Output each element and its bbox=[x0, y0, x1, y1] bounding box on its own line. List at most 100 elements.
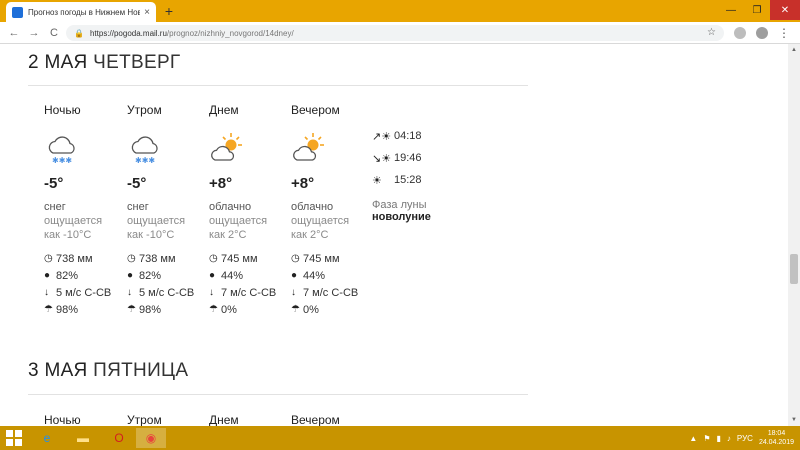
windows-start-icon[interactable] bbox=[6, 430, 22, 446]
pressure-icon: ◷ bbox=[291, 253, 300, 264]
precip-row: ☂ 0% bbox=[209, 301, 291, 318]
precip-value: 98% bbox=[56, 303, 79, 316]
url-host: https://pogoda.mail.ru bbox=[89, 28, 167, 38]
browser-tab[interactable]: Прогноз погоды в Нижнем Нов × bbox=[6, 2, 156, 22]
weather-favicon-icon bbox=[12, 6, 23, 18]
svg-text:✱✱✱: ✱✱✱ bbox=[135, 156, 155, 165]
close-window-button[interactable]: ✕ bbox=[770, 0, 800, 20]
pressure-value: 745 мм bbox=[221, 252, 258, 265]
pressure-value: 738 мм bbox=[56, 252, 93, 265]
url-input[interactable]: 🔒 https://pogoda.mail.ru/prognoz/nizhniy… bbox=[66, 25, 724, 41]
volume-icon[interactable]: ♪ bbox=[727, 434, 731, 443]
pressure-icon: ◷ bbox=[127, 253, 136, 264]
period-label: Днем bbox=[209, 103, 239, 117]
day-weekday: ЧЕТВЕРГ bbox=[93, 52, 181, 73]
extension-icon[interactable] bbox=[734, 27, 746, 39]
window-controls: — ❐ ✕ bbox=[718, 0, 800, 22]
day-date: 3 МАЯ bbox=[28, 360, 88, 381]
sunrise-time: 04:18 bbox=[394, 130, 422, 142]
file-explorer-icon[interactable]: ▬ bbox=[68, 428, 98, 448]
url-path: /prognoz/nizhniy_novgorod/14dney/ bbox=[166, 28, 294, 38]
day-date: 2 МАЯ bbox=[28, 52, 88, 73]
new-tab-button[interactable]: + bbox=[161, 3, 177, 19]
pressure-icon: ◷ bbox=[44, 253, 53, 264]
forecast-morning: Утром bbox=[127, 413, 209, 426]
day-heading: 3 МАЯ ПЯТНИЦА bbox=[28, 360, 188, 382]
umbrella-icon: ☂ bbox=[291, 304, 300, 315]
profile-avatar-icon[interactable] bbox=[756, 27, 768, 39]
feels-like-value: как 2°C bbox=[291, 229, 329, 241]
sun-moon-panel: ↗☀ 04:18 ↘☀ 19:46 ☀ 15:28 Фаза луны новолун… bbox=[372, 125, 482, 223]
cloud-snow-icon: ✱✱✱ bbox=[131, 136, 158, 165]
period-label: Днем bbox=[209, 413, 239, 426]
feels-like-value: как -10°C bbox=[44, 229, 92, 241]
wind-arrow-icon: ↓ bbox=[209, 287, 214, 298]
svg-text:✱✱✱: ✱✱✱ bbox=[52, 156, 72, 165]
sunset-time: 19:46 bbox=[394, 152, 422, 164]
pressure-row: ◷ 738 мм bbox=[44, 250, 126, 267]
forecast-evening: Вечером +8° облачно ощущается как 2°C ◷ 7… bbox=[291, 103, 373, 318]
flag-icon[interactable]: ⚑ bbox=[703, 434, 710, 443]
humidity-value: 44% bbox=[221, 269, 244, 282]
wind-value: 5 м/с С-СВ bbox=[139, 286, 195, 299]
wind-value: 5 м/с С-СВ bbox=[56, 286, 112, 299]
reload-button[interactable]: C bbox=[46, 25, 62, 41]
clock-date: 24.04.2019 bbox=[758, 439, 794, 446]
temperature: +8° bbox=[209, 175, 233, 192]
drop-icon: ● bbox=[127, 270, 134, 281]
back-button[interactable]: ← bbox=[6, 25, 22, 41]
internet-explorer-icon[interactable]: e bbox=[32, 428, 62, 448]
metrics: ◷ 745 мм ● 44% ↓ 7 м/с С-СВ ☂ 0% bbox=[209, 250, 291, 318]
forward-button[interactable]: → bbox=[26, 25, 42, 41]
humidity-row: ● 82% bbox=[127, 267, 209, 284]
address-bar: ← → C 🔒 https://pogoda.mail.ru/prognoz/n… bbox=[0, 22, 800, 44]
feels-like-label: ощущается bbox=[209, 215, 268, 227]
scroll-up-icon[interactable]: ▲ bbox=[788, 44, 800, 56]
temperature: -5° bbox=[44, 175, 64, 192]
wind-row: ↓ 7 м/с С-СВ bbox=[209, 284, 291, 301]
sunset-icon: ↘☀ bbox=[372, 152, 392, 165]
scroll-thumb[interactable] bbox=[790, 254, 798, 284]
period-label: Ночью bbox=[44, 413, 81, 426]
tray-arrow-icon[interactable]: ▲ bbox=[689, 434, 697, 443]
period-label: Вечером bbox=[291, 413, 340, 426]
page-scrollbar[interactable]: ▲ ▼ bbox=[788, 44, 800, 426]
day-divider bbox=[28, 85, 528, 86]
humidity-value: 82% bbox=[139, 269, 162, 282]
sun-icon: ☀ bbox=[372, 174, 382, 187]
sunrise-icon: ↗☀ bbox=[372, 130, 392, 143]
partly-cloudy-icon bbox=[211, 133, 242, 161]
forecast-day: Днем bbox=[209, 413, 291, 426]
maximize-button[interactable]: ❐ bbox=[744, 0, 770, 20]
moon-phase-value: новолуние bbox=[372, 211, 431, 223]
partly-cloudy-icon bbox=[293, 133, 324, 161]
bookmark-star-icon[interactable]: ☆ bbox=[707, 25, 716, 41]
period-label: Утром bbox=[127, 103, 162, 117]
browser-menu-icon[interactable]: ⋮ bbox=[778, 25, 790, 41]
clock-time: 18:04 bbox=[767, 430, 786, 437]
clock[interactable]: 18:04 24.04.2019 bbox=[759, 429, 794, 447]
condition: облачно bbox=[209, 201, 252, 213]
umbrella-icon: ☂ bbox=[44, 304, 53, 315]
opera-icon[interactable]: O bbox=[104, 428, 134, 448]
scroll-down-icon[interactable]: ▼ bbox=[788, 414, 800, 426]
network-icon[interactable]: ▮ bbox=[717, 434, 721, 443]
condition: снег bbox=[127, 201, 149, 213]
precip-row: ☂ 98% bbox=[127, 301, 209, 318]
day-heading: 2 МАЯ ЧЕТВЕРГ bbox=[28, 52, 181, 74]
minimize-button[interactable]: — bbox=[718, 0, 744, 20]
pressure-value: 738 мм bbox=[139, 252, 176, 265]
day-weekday: ПЯТНИЦА bbox=[93, 360, 189, 381]
pressure-value: 745 мм bbox=[303, 252, 340, 265]
feels-like-label: ощущается bbox=[291, 215, 350, 227]
tab-close-icon[interactable]: × bbox=[144, 7, 150, 18]
feels-like-label: ощущается bbox=[127, 215, 186, 227]
temperature: -5° bbox=[127, 175, 147, 192]
language-indicator[interactable]: РУС bbox=[737, 434, 753, 443]
chrome-icon[interactable]: ◉ bbox=[136, 428, 166, 448]
wind-arrow-icon: ↓ bbox=[44, 287, 49, 298]
humidity-value: 82% bbox=[56, 269, 79, 282]
pressure-row: ◷ 745 мм bbox=[209, 250, 291, 267]
feels-like-value: как 2°C bbox=[209, 229, 247, 241]
drop-icon: ● bbox=[44, 270, 51, 281]
